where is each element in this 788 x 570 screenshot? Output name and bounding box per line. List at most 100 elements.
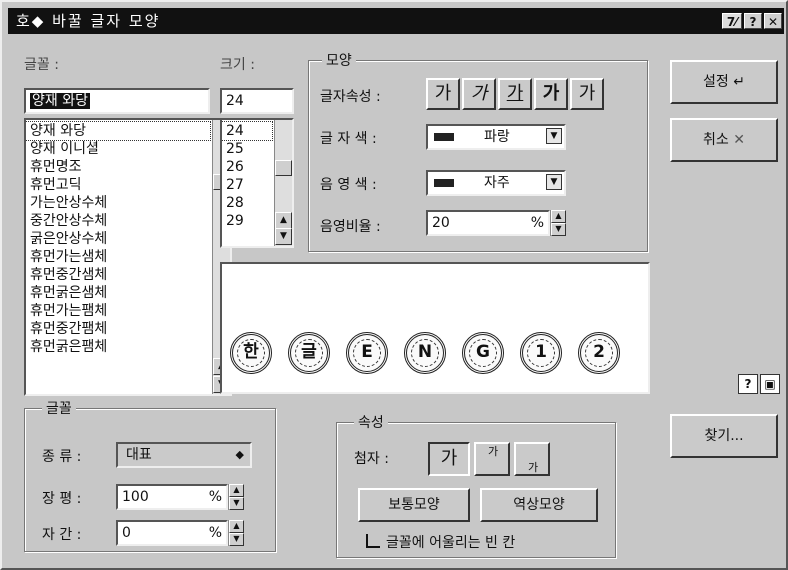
enter-icon: ↵ [733,74,745,90]
size-list[interactable]: 24 25 26 27 28 29 ▲ ▼ [220,118,294,248]
printer-icon[interactable]: ▣ [760,374,780,394]
inverse-shape-button[interactable]: 역상모양 [480,488,598,522]
shadow-color-select[interactable]: 자주 ▼ [426,170,566,196]
spin-up-icon[interactable]: ▲ [229,484,244,497]
dropdown-arrow-icon[interactable]: ▼ [546,128,562,144]
shadow-ratio-unit: % [530,215,544,231]
spin-up-icon[interactable]: ▲ [229,520,244,533]
close-button[interactable]: ✕ [764,13,782,29]
preview-seal-glyph: G [462,332,504,374]
set-button[interactable]: 설정 ↵ [670,60,778,104]
underline-button[interactable]: 가 [498,78,532,110]
font-name-input[interactable]: 양재 와당 [24,88,210,114]
size-list-item[interactable]: 24 [222,121,273,141]
preview-seal-glyph: 1 [520,332,562,374]
font-list-item[interactable]: 휴먼고딕 [26,176,230,194]
cancel-button[interactable]: 취소 ✕ [670,118,778,162]
normal-script-option[interactable]: 가 [428,442,470,476]
cancel-button-label: 취소 [703,132,729,148]
shadow-ratio-value: 20 [432,215,450,231]
scroll-up-arrow-icon[interactable]: ▲ [275,212,292,229]
font-list-item[interactable]: 양재 와당 [26,121,211,141]
preview-seal-glyph: 2 [578,332,620,374]
type-select[interactable]: 대표 ◆ [116,442,252,468]
font-list-item[interactable]: 휴먼명조 [26,158,230,176]
font-list-item[interactable]: 가는안상수체 [26,194,230,212]
shadow-ratio-spinner[interactable]: ▲ ▼ [550,210,566,236]
size-list-scrollbar[interactable]: ▲ ▼ [274,120,292,246]
shadow-button[interactable]: 가 [570,78,604,110]
spin-down-icon[interactable]: ▼ [551,223,566,236]
outline-button[interactable]: 가 [534,78,568,110]
shape-group-title: 모양 [322,50,356,70]
text-color-label: 글 자 색 : [320,131,377,147]
size-label: 크기 : [220,57,255,73]
width-label: 장 평 : [42,491,82,507]
font-list-item[interactable]: 휴먼굵은팸체 [26,338,230,356]
width-unit: % [208,489,222,505]
dropdown-arrow-icon[interactable]: ▼ [546,174,562,190]
dialog-window: 호◆ 바꿀 글자 모양 7⁄ ? ✕ 글꼴 : 양재 와당 양재 와당 양재 이니… [0,0,788,570]
title-bar: 호◆ 바꿀 글자 모양 7⁄ ? ✕ [8,8,784,34]
italic-button[interactable]: 가 [462,78,496,110]
pin-icon[interactable]: 7⁄ [722,13,742,29]
spacing-spinner[interactable]: ▲ ▼ [228,520,244,546]
scroll-down-arrow-icon[interactable]: ▼ [275,228,292,245]
preview-seal-glyph: 글 [288,332,330,374]
type-value: 대표 [126,447,152,463]
window-title: 호◆ 바꿀 글자 모양 [16,12,161,30]
normal-shape-button[interactable]: 보통모양 [358,488,470,522]
shadow-color-label: 음 영 색 : [320,177,377,193]
preview-seal-glyph: N [404,332,446,374]
spacing-value: 0 [122,525,131,541]
updown-arrow-icon: ◆ [235,448,244,461]
text-color-select[interactable]: 파랑 ▼ [426,124,566,150]
size-list-scroll-thumb[interactable] [275,160,292,176]
shadow-ratio-label: 음영비율 : [320,219,381,235]
text-color-swatch [434,133,454,141]
font-list-item[interactable]: 양재 이니셜 [26,140,230,158]
preview-seal-glyph: 한 [230,332,272,374]
spin-up-icon[interactable]: ▲ [551,210,566,223]
preview-panel: 한글ENG12 [220,262,650,394]
superscript-option[interactable]: 가 [474,442,510,476]
shadow-color-swatch [434,179,454,187]
spacing-input[interactable]: 0 % [116,520,228,546]
bold-button[interactable]: 가 [426,78,460,110]
font-list-item[interactable]: 휴먼가는샘체 [26,248,230,266]
size-input[interactable]: 24 [220,88,294,114]
properties-group-title: 속성 [354,412,388,432]
font-group-title: 글꼴 [42,398,76,418]
shadow-ratio-input[interactable]: 20 % [426,210,550,236]
attr-label: 글자속성 : [320,89,381,105]
help-button[interactable]: ? [744,13,762,29]
shadow-color-value: 자주 [484,175,510,191]
fit-space-checkbox[interactable] [366,534,380,548]
spacing-label: 자 간 : [42,527,82,543]
set-button-label: 설정 [703,74,729,90]
text-color-value: 파랑 [484,129,510,145]
width-input[interactable]: 100 % [116,484,228,510]
preview-seal-glyph: E [346,332,388,374]
spacing-unit: % [208,525,222,541]
font-list-item[interactable]: 휴먼중간팸체 [26,320,230,338]
width-spinner[interactable]: ▲ ▼ [228,484,244,510]
help-icon[interactable]: ? [738,374,758,394]
find-button[interactable]: 찾기... [670,414,778,458]
font-list-item[interactable]: 굵은안상수체 [26,230,230,248]
width-value: 100 [122,489,149,505]
subscript-option[interactable]: 가 [514,442,550,476]
font-list-item[interactable]: 휴먼굵은샘체 [26,284,230,302]
font-list-item[interactable]: 휴먼중간샘체 [26,266,230,284]
subscript-label: 첨자 : [354,451,389,467]
font-name-value: 양재 와당 [30,93,90,109]
spin-down-icon[interactable]: ▼ [229,533,244,546]
font-list[interactable]: 양재 와당 양재 이니셜 휴먼명조 휴먼고딕 가는안상수체 중간안상수체 굵은안상수체 휴먼가… [24,118,232,396]
fit-space-label: 글꼴에 어울리는 빈 칸 [386,535,516,551]
font-label: 글꼴 : [24,57,59,73]
spin-down-icon[interactable]: ▼ [229,497,244,510]
font-list-item[interactable]: 중간안상수체 [26,212,230,230]
font-list-item[interactable]: 휴먼가는팸체 [26,302,230,320]
type-label: 종 류 : [42,449,82,465]
escape-icon: ✕ [733,132,745,148]
